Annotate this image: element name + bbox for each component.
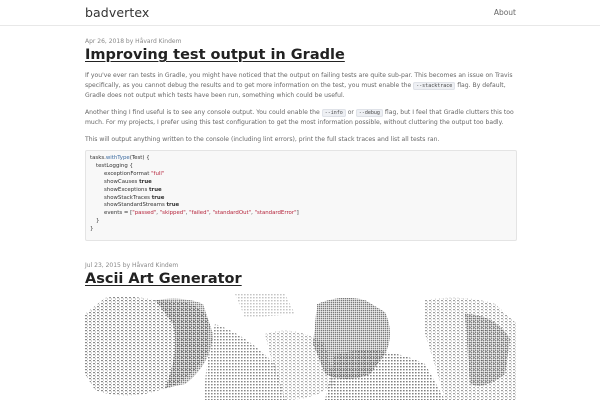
code-token: showExceptions — [104, 186, 149, 193]
code-token: "standardOut" — [212, 210, 252, 217]
code-token: ] — [296, 210, 299, 217]
code-line: tasks.withType(Test) { — [90, 155, 516, 163]
code-token: showStackTraces — [104, 194, 152, 201]
code-line: testLogging { — [96, 162, 133, 169]
paragraph-text: or — [347, 108, 354, 116]
code-line: showCauses true — [90, 179, 516, 187]
post-paragraph-2: Another thing I find useful is to see an… — [85, 108, 517, 128]
code-token: true — [139, 178, 152, 185]
post-meta: Apr 26, 2018 by Håvard Kindem — [85, 38, 182, 45]
code-token: exceptionFormat — [104, 170, 152, 177]
inline-code-stacktrace: --stacktrace — [413, 81, 456, 90]
post-paragraph-1: If you've ever ran tests in Gradle, you … — [85, 71, 517, 101]
inline-code-debug: --debug — [355, 108, 383, 117]
post-improving-test-output: Apr 26, 2018 by Håvard Kindem Improving … — [85, 38, 517, 242]
code-token: showStandardStreams — [104, 202, 167, 209]
code-line: events = ["passed", "skipped", "failed",… — [90, 210, 516, 218]
code-token: true — [151, 194, 165, 201]
paragraph-text: Another thing I find useful is to see an… — [85, 108, 320, 116]
ascii-art-graphic — [85, 294, 517, 400]
post-title[interactable]: Ascii Art Generator — [85, 270, 517, 288]
post-ascii-art-generator: Jul 23, 2015 by Håvard Kindem Ascii Art … — [85, 262, 517, 288]
post-meta: Jul 23, 2015 by Håvard Kindem — [85, 262, 179, 269]
code-token: "passed" — [132, 210, 157, 217]
code-token: (Test) { — [129, 155, 150, 161]
code-line: } — [90, 226, 94, 233]
nav-about-link[interactable]: About — [494, 8, 516, 17]
code-token: "full" — [151, 170, 165, 177]
code-line: exceptionFormat "full" — [90, 171, 516, 179]
code-token: "standardError" — [254, 210, 297, 217]
code-token: "failed" — [189, 210, 210, 217]
code-line: showExceptions true — [90, 187, 516, 195]
code-line: } — [96, 218, 100, 225]
code-block: tasks.withType(Test) { testLogging { exc… — [85, 150, 517, 242]
ascii-art-image — [85, 294, 517, 400]
code-token: "skipped" — [159, 210, 186, 217]
post-title[interactable]: Improving test output in Gradle — [85, 46, 517, 64]
code-token: showCauses — [104, 178, 140, 185]
code-token: events = [ — [104, 210, 133, 217]
inline-code-info: --info — [321, 108, 346, 117]
code-line: showStackTraces true — [90, 195, 516, 203]
code-token: true — [148, 186, 162, 193]
code-token: true — [166, 202, 180, 209]
post-paragraph-3: This will output anything written to the… — [85, 135, 440, 143]
code-line: showStandardStreams true — [90, 202, 516, 210]
code-token: tasks. — [90, 155, 106, 161]
code-token: withType — [105, 155, 130, 161]
site-header: badvertex About — [0, 0, 600, 26]
site-title[interactable]: badvertex — [85, 5, 149, 20]
